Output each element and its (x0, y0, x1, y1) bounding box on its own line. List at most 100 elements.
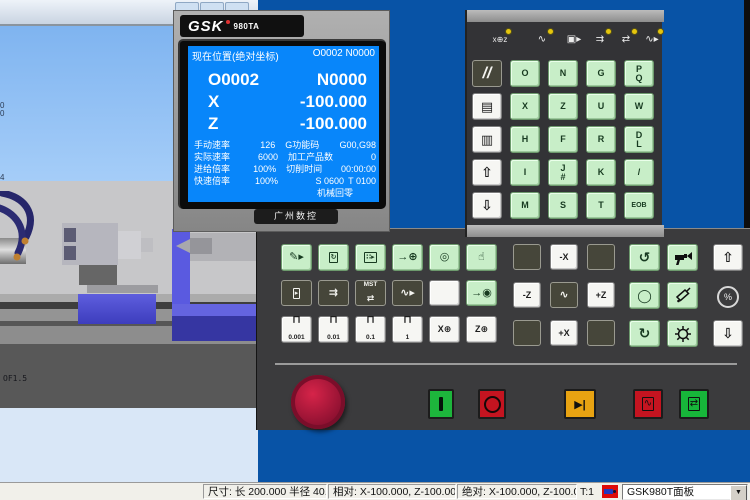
key-G[interactable]: G (586, 60, 616, 87)
saddle-slide (78, 294, 156, 324)
key-S[interactable]: S (548, 192, 578, 219)
dropdown-arrow-icon[interactable]: ▼ (730, 485, 747, 500)
emergency-stop-button[interactable] (291, 375, 345, 429)
x-axis-select-key[interactable]: X⊕ (429, 316, 460, 343)
pulse-icon: ⊓ (403, 315, 412, 326)
key-Z[interactable]: Z (548, 93, 578, 120)
key-F[interactable]: F (548, 126, 578, 153)
manual-mode-key[interactable]: ☝ (466, 244, 497, 271)
key-M[interactable]: M (510, 192, 540, 219)
tailstock-base-top (172, 304, 258, 316)
step-001-key[interactable]: ⊓0.01 (318, 316, 349, 343)
cycle-stop-icon: ∿ (642, 397, 654, 411)
double-slash-key[interactable]: // (472, 60, 502, 87)
axis-label: X (208, 91, 219, 113)
jog-blank-key[interactable] (587, 244, 615, 270)
blank-key[interactable] (429, 280, 460, 306)
key-N[interactable]: N (548, 60, 578, 87)
step-1-key[interactable]: ⊓1 (392, 316, 423, 343)
z-axis-select-key[interactable]: Z⊕ (466, 316, 497, 343)
machine-zero-key[interactable]: →⊕ (392, 244, 423, 271)
power-off-icon (484, 396, 501, 413)
override-up-key[interactable]: ⇧ (713, 244, 743, 271)
screen-header: 现在位置(绝对坐标) O0002 N0000 (188, 46, 379, 63)
key-J[interactable]: J # (548, 159, 578, 186)
bed-label: OF1.5 (3, 374, 27, 383)
edit-mode-key[interactable]: ✎▸ (281, 244, 312, 271)
single-block-key[interactable]: ▸ (281, 280, 312, 306)
program-zero-icon: →◉ (471, 288, 492, 299)
led-icon (631, 28, 638, 35)
spindle-stop-key[interactable]: ◯ (629, 282, 660, 309)
page-up-key[interactable]: ▤ (472, 93, 502, 120)
clipped-coordinate-text: 0 (0, 110, 4, 118)
key-DL[interactable]: D L (624, 126, 654, 153)
feed-hold-icon: ▶| (574, 398, 586, 411)
panel-select-dropdown[interactable]: GSK980T面板 ▼ (622, 484, 748, 500)
rapid-indicator: ∿ (529, 28, 555, 52)
step-0001-key[interactable]: ⊓0.001 (281, 316, 312, 343)
mst-lock-key[interactable]: MST ⇄ (355, 280, 386, 306)
key-EOB[interactable]: EOB (624, 192, 654, 219)
mst-lock-icon: ⇄ (367, 293, 375, 303)
key-I[interactable]: I (510, 159, 540, 186)
pulse-icon: ⊓ (327, 315, 340, 326)
mdi-mode-key[interactable]: ∷▸ (355, 244, 386, 271)
key-PQ[interactable]: P Q (624, 60, 654, 87)
key-R[interactable]: R (586, 126, 616, 153)
spindle-cw-key[interactable]: ↻ (629, 320, 660, 347)
edit-icon: ✎▸ (289, 252, 304, 263)
panel-divider (275, 363, 737, 365)
key-slash[interactable]: / (624, 159, 654, 186)
coolant-key[interactable] (667, 244, 698, 271)
power-on-icon (439, 397, 443, 411)
tool-change-key[interactable] (667, 320, 698, 347)
machine-bed: OF1.5 (0, 344, 258, 408)
key-U[interactable]: U (586, 93, 616, 120)
key-W[interactable]: W (624, 93, 654, 120)
machine-zero-indicator: x⊕z (487, 28, 513, 52)
cycle-stop-button[interactable]: ∿ (633, 389, 663, 419)
jog-blank-key[interactable] (587, 320, 615, 346)
jog-blank-key[interactable] (513, 320, 541, 346)
mdi-icon: ∷▸ (364, 252, 376, 263)
dry-run-key[interactable]: ∿▸ (392, 280, 423, 306)
key-X[interactable]: X (510, 93, 540, 120)
block-skip-key[interactable]: ⇉ (318, 280, 349, 306)
key-O[interactable]: O (510, 60, 540, 87)
tool-icon-dot (613, 490, 616, 493)
tailstock-base (172, 316, 258, 341)
jog-plus-x-key[interactable]: +X (550, 320, 578, 346)
rapid-key[interactable]: ∿ (550, 282, 578, 308)
key-T[interactable]: T (586, 192, 616, 219)
rapid-icon: ∿ (559, 290, 568, 301)
override-down-key[interactable]: ⇩ (713, 320, 743, 347)
jog-minus-x-key[interactable]: -X (550, 244, 578, 270)
coolant-faucet-icon (673, 250, 693, 266)
handwheel-mode-key[interactable]: ◎ (429, 244, 460, 271)
auto-cycle-icon: ↻ (329, 252, 339, 263)
spindle-cw-icon: ↻ (639, 328, 651, 339)
power-on-button[interactable] (428, 389, 454, 419)
jog-minus-z-key[interactable]: -Z (513, 282, 541, 308)
step-01-key[interactable]: ⊓0.1 (355, 316, 386, 343)
brand-text: GSK (188, 18, 224, 35)
turret-base (79, 265, 117, 285)
program-zero-key[interactable]: →◉ (466, 280, 497, 306)
key-K[interactable]: K (586, 159, 616, 186)
jog-plus-z-key[interactable]: +Z (587, 282, 615, 308)
page-icon: ▤ (481, 101, 493, 112)
power-off-button[interactable] (478, 389, 506, 419)
jog-blank-key[interactable] (513, 244, 541, 270)
auto-mode-key[interactable]: ↻ (318, 244, 349, 271)
cycle-start-button[interactable]: ⇄ (679, 389, 709, 419)
lubrication-key[interactable] (667, 282, 698, 309)
page-down-key[interactable]: ▥ (472, 126, 502, 153)
cursor-down-key[interactable]: ⇩ (472, 192, 502, 219)
hand-icon: ☝ (478, 252, 485, 263)
feed-hold-button[interactable]: ▶| (564, 389, 596, 419)
key-H[interactable]: H (510, 126, 540, 153)
panel-trim (467, 225, 664, 237)
cursor-up-key[interactable]: ⇧ (472, 159, 502, 186)
spindle-ccw-key[interactable]: ↺ (629, 244, 660, 271)
